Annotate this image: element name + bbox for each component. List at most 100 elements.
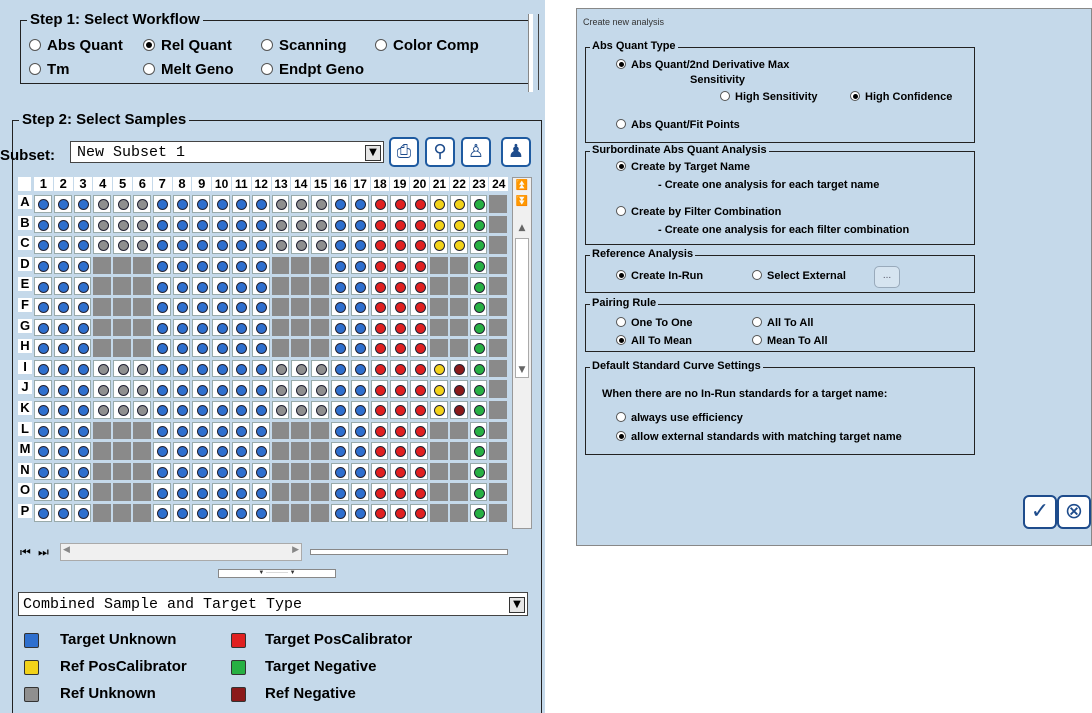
column-header[interactable]: 15: [311, 177, 330, 191]
plate-well[interactable]: [350, 380, 369, 398]
plate-vertical-scrollbar[interactable]: ⏫ ⏬ ▲ ▼: [512, 177, 532, 529]
plate-well[interactable]: [311, 401, 329, 419]
plate-well[interactable]: [152, 421, 171, 440]
column-header[interactable]: 19: [390, 177, 410, 191]
plate-well[interactable]: [430, 339, 448, 357]
plate-well[interactable]: [133, 298, 151, 316]
column-header[interactable]: 11: [232, 177, 251, 191]
column-header[interactable]: 14: [291, 177, 311, 191]
plate-well[interactable]: [232, 380, 250, 398]
plate-well[interactable]: [232, 401, 250, 419]
plate-well[interactable]: [271, 380, 290, 398]
plate-well[interactable]: [370, 442, 389, 460]
plate-well[interactable]: [390, 318, 409, 337]
plate-well[interactable]: [410, 277, 428, 295]
plate-well[interactable]: [370, 421, 389, 440]
plate-well[interactable]: [113, 380, 131, 398]
column-header[interactable]: 9: [192, 177, 212, 191]
plate-well[interactable]: [410, 298, 428, 316]
plate-well[interactable]: [350, 421, 369, 440]
plate-well[interactable]: [271, 236, 290, 254]
plate-well[interactable]: [350, 339, 369, 357]
plate-well[interactable]: [113, 339, 131, 357]
plate-well[interactable]: [370, 277, 389, 295]
column-header[interactable]: 17: [350, 177, 370, 191]
plate-well[interactable]: [350, 462, 369, 481]
plate-well[interactable]: [172, 318, 191, 337]
plate-well[interactable]: [489, 462, 508, 481]
plate-well[interactable]: [152, 339, 171, 357]
plate-well[interactable]: [232, 195, 250, 213]
plate-well[interactable]: [410, 504, 428, 522]
plate-well[interactable]: [449, 504, 468, 522]
plate-well[interactable]: [73, 318, 92, 337]
plate-well[interactable]: [370, 483, 389, 501]
column-header[interactable]: 3: [73, 177, 93, 191]
plate-well[interactable]: [113, 215, 131, 234]
scroll-thumb[interactable]: [515, 238, 529, 378]
plate-well[interactable]: [152, 298, 171, 316]
remove-person-icon[interactable]: ♟: [501, 137, 531, 167]
plate-well[interactable]: [251, 339, 270, 357]
row-header[interactable]: P: [18, 504, 32, 518]
plate-well[interactable]: [390, 380, 409, 398]
plate-well[interactable]: [430, 256, 448, 275]
plate-well[interactable]: [251, 380, 270, 398]
plate-well[interactable]: [370, 215, 389, 234]
plate-well[interactable]: [133, 195, 151, 213]
plate-well[interactable]: [34, 339, 52, 357]
plate-well[interactable]: [331, 462, 349, 481]
plate-well[interactable]: [192, 339, 211, 357]
plate-well[interactable]: [350, 504, 369, 522]
plate-well[interactable]: [291, 256, 310, 275]
plate-well[interactable]: [271, 401, 290, 419]
column-header[interactable]: 2: [53, 177, 73, 191]
workflow-endpt-geno[interactable]: Endpt Geno: [261, 61, 364, 78]
mean-to-all-radio[interactable]: Mean To All: [752, 335, 828, 347]
plate-well[interactable]: [350, 215, 369, 234]
plate-well[interactable]: [133, 462, 151, 481]
workflow-melt-geno[interactable]: Melt Geno: [143, 61, 234, 78]
plate-well[interactable]: [331, 421, 349, 440]
plate-well[interactable]: [251, 215, 270, 234]
plate-well[interactable]: [73, 215, 92, 234]
plate-well[interactable]: [93, 236, 112, 254]
plate-icon[interactable]: ⎙: [389, 137, 419, 167]
plate-well[interactable]: [489, 195, 508, 213]
plate-well[interactable]: [133, 256, 151, 275]
plate-well[interactable]: [53, 483, 72, 501]
column-header[interactable]: 23: [469, 177, 489, 191]
plate-well[interactable]: [251, 195, 270, 213]
plate-well[interactable]: [489, 442, 508, 460]
plate-well[interactable]: [34, 483, 52, 501]
plate-well[interactable]: [172, 421, 191, 440]
plate-well[interactable]: [350, 195, 369, 213]
plate-well[interactable]: [93, 442, 112, 460]
plate-well[interactable]: [93, 359, 112, 378]
plate-well[interactable]: [34, 318, 52, 337]
plate-well[interactable]: [311, 256, 329, 275]
plate-well[interactable]: [53, 298, 72, 316]
plate-well[interactable]: [113, 401, 131, 419]
plate-well[interactable]: [192, 236, 211, 254]
plate-well[interactable]: [53, 401, 72, 419]
row-header[interactable]: K: [18, 401, 32, 415]
plate-well[interactable]: [430, 442, 448, 460]
plate-well[interactable]: [410, 236, 428, 254]
plate-well[interactable]: [34, 359, 52, 378]
plate-well[interactable]: [212, 215, 230, 234]
plate-well[interactable]: [192, 504, 211, 522]
plate-well[interactable]: [311, 504, 329, 522]
plate-well[interactable]: [53, 277, 72, 295]
allow-external-standards-radio[interactable]: allow external standards with matching t…: [616, 431, 902, 443]
plate-well[interactable]: [489, 359, 508, 378]
plate-well[interactable]: [350, 256, 369, 275]
plate-well[interactable]: [449, 256, 468, 275]
plate-well[interactable]: [172, 195, 191, 213]
workflow-color-comp[interactable]: Color Comp: [375, 37, 479, 54]
row-header[interactable]: N: [18, 462, 32, 477]
plate-well[interactable]: [390, 236, 409, 254]
row-header[interactable]: G: [18, 318, 32, 333]
plate-well[interactable]: [331, 401, 349, 419]
plate-well[interactable]: [291, 339, 310, 357]
